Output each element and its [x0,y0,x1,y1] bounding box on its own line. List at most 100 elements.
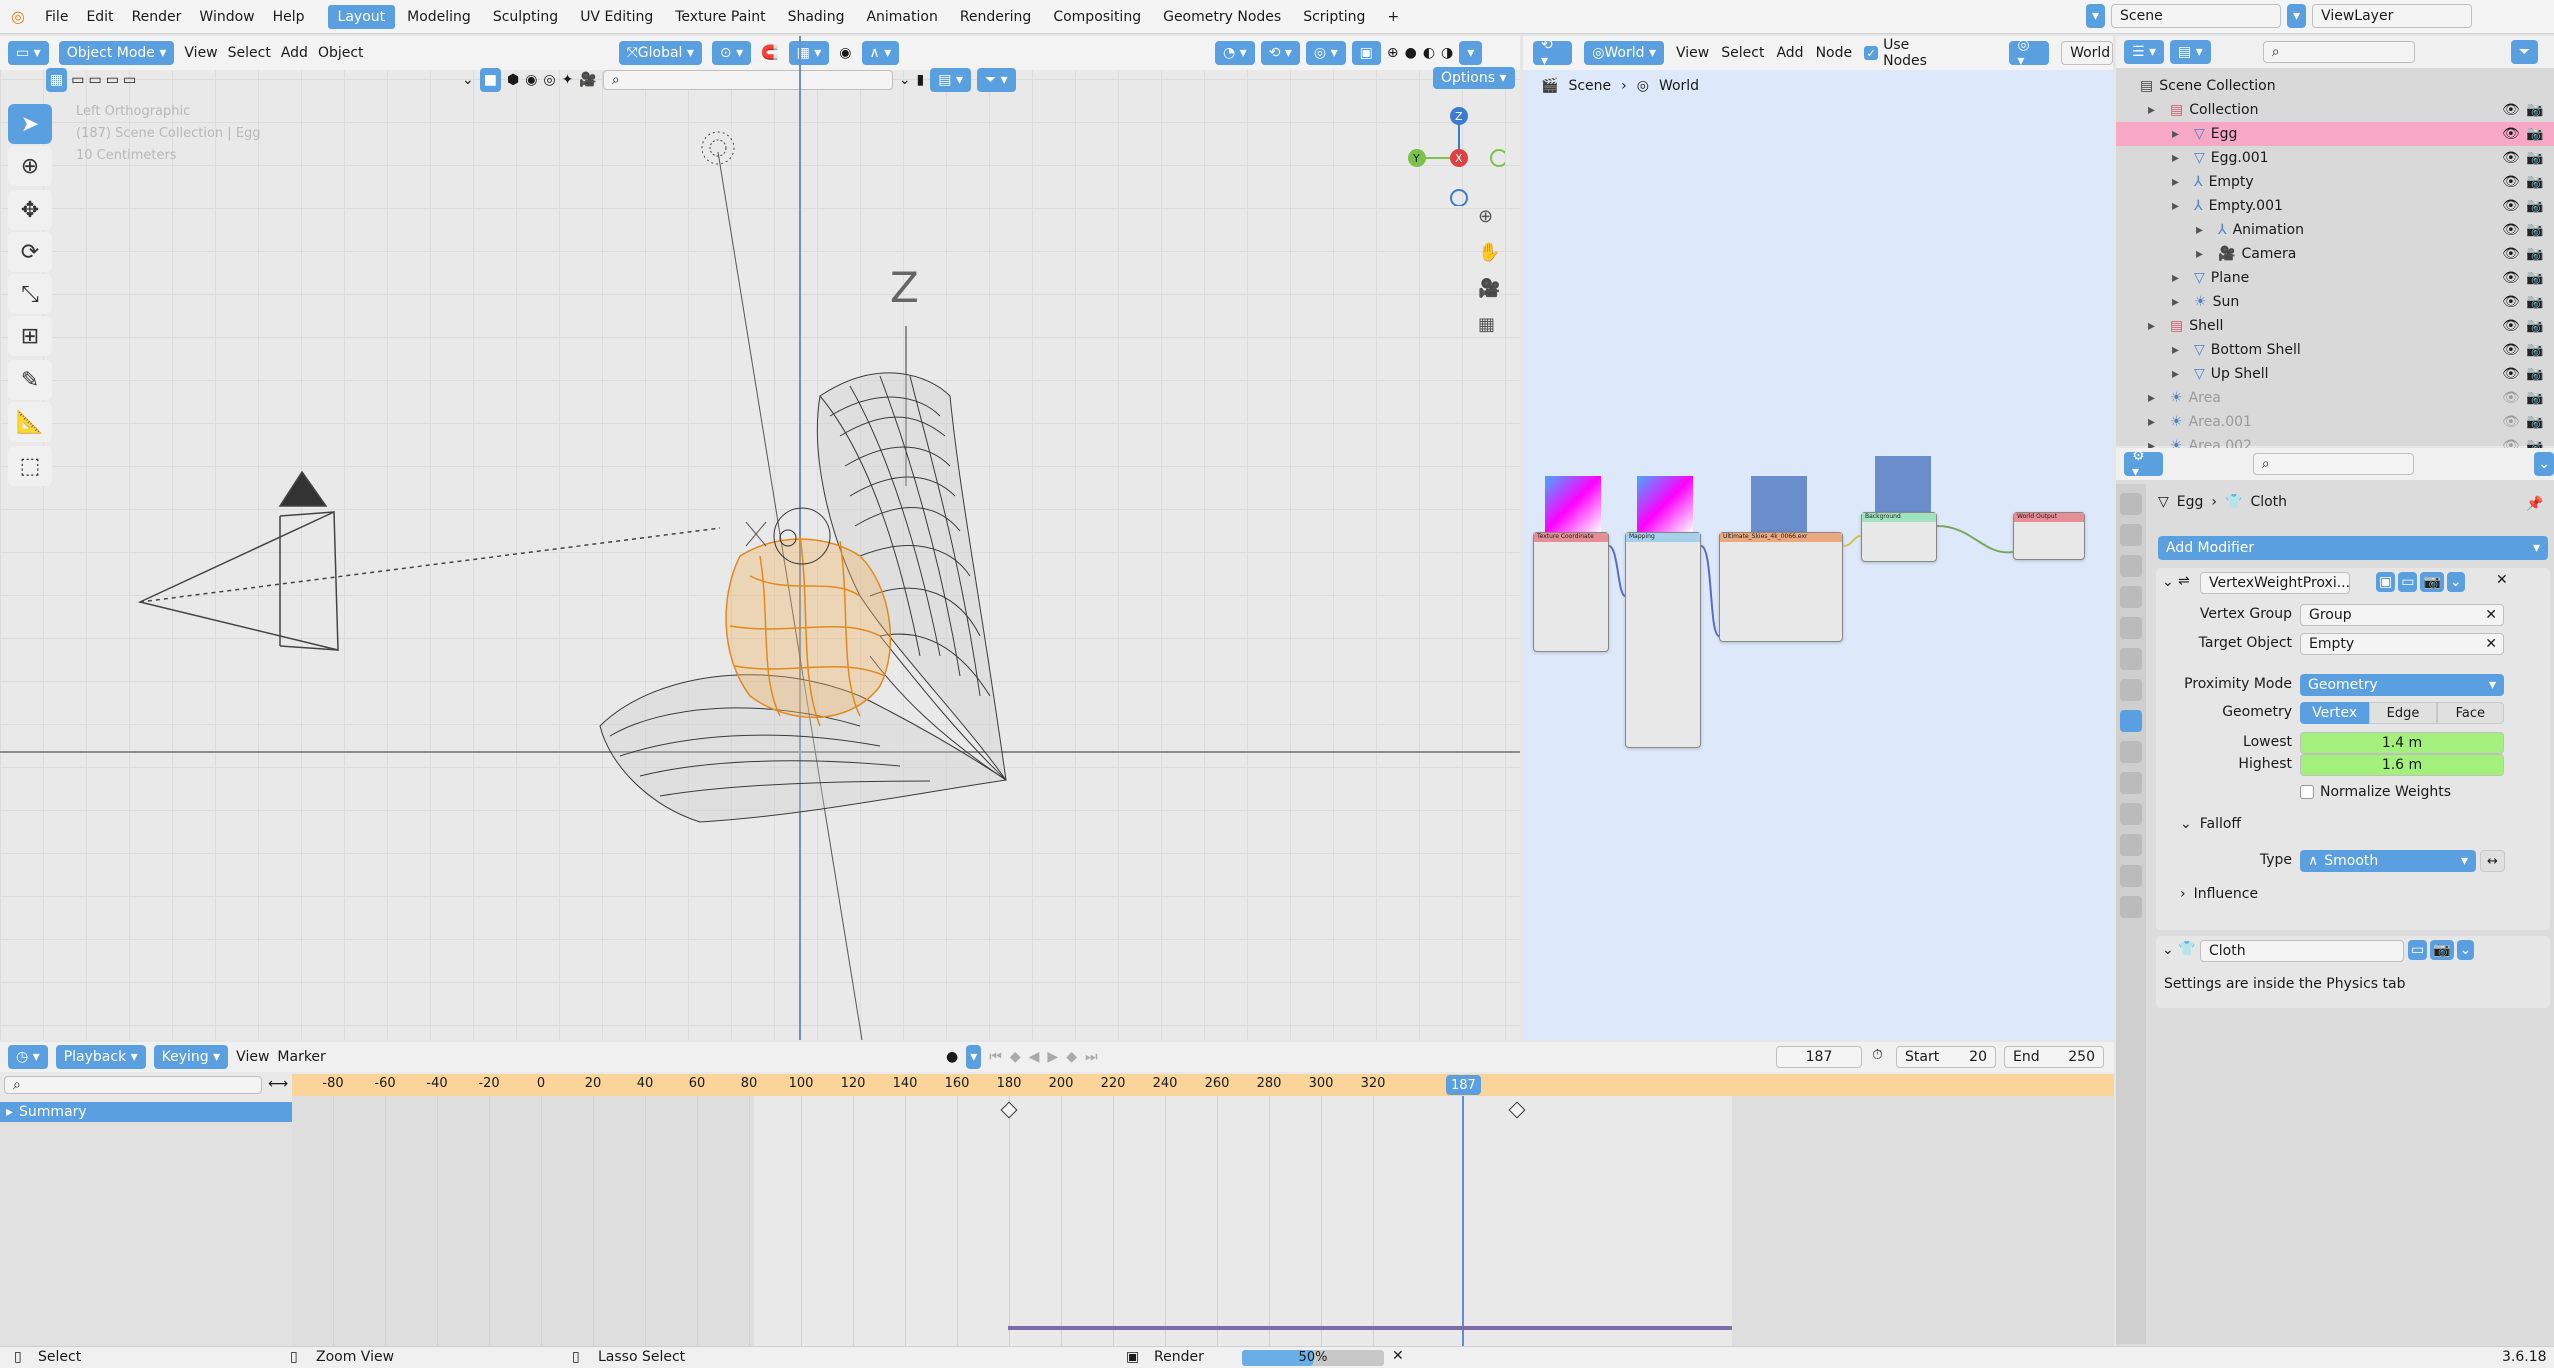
render-camera-icon[interactable]: 📷 [2526,174,2543,190]
physics-tab-icon[interactable] [2120,772,2142,794]
menu-help[interactable]: Help [264,0,314,34]
expand-chevron-icon[interactable]: ▸ [2148,390,2164,406]
jump-end-icon[interactable]: ⏭ [1085,1049,1098,1065]
tab-layout[interactable]: Layout [327,4,396,29]
summary-channel[interactable]: ▸ Summary [0,1102,292,1122]
render-camera-icon[interactable]: 📷 [2526,294,2543,310]
auto-key-icon[interactable]: ▾ [966,1045,982,1069]
properties-editor[interactable]: ⚙ ▾ ⌕ ⌄ ▽ Egg › 👕 Cloth 📌 Add Modifier ▾ … [2116,448,2554,1348]
visibility-eye-icon[interactable]: 👁 [2502,366,2520,382]
visibility-eye-icon[interactable]: 👁 [2502,102,2520,118]
pan-hand-icon[interactable]: ✋ [1478,242,1500,263]
keyframe-200[interactable] [1508,1101,1526,1119]
properties-search-input[interactable]: ⌕ [2252,453,2415,475]
outliner-row[interactable]: ▸ ▽ Up Shell 👁 📷 [2116,362,2554,386]
record-icon[interactable]: ● [946,1049,958,1065]
timeline[interactable]: ◷ ▾ Playback ▾ Keying ▾ View Marker ● ▾ … [0,1042,2114,1346]
expand-chevron-icon[interactable]: ▸ [2172,126,2188,142]
expand-chevron-icon[interactable]: ▸ [2172,342,2188,358]
collapse-chevron-icon[interactable]: ⌄ [2162,942,2174,958]
render-camera-icon[interactable]: 📷 [2526,222,2543,238]
render-camera-icon[interactable]: 📷 [2526,342,2543,358]
outliner-row[interactable]: ▸ ☀ Sun 👁 📷 [2116,290,2554,314]
influence-section[interactable]: › Influence [2180,886,2258,902]
expand-chevron-icon[interactable]: ▸ [2148,318,2164,334]
play-icon[interactable]: ▶ [1047,1049,1058,1065]
outliner-row[interactable]: ▸ ▽ Egg.001 👁 📷 [2116,146,2554,170]
add-workspace-button[interactable]: + [1377,5,1409,29]
world-tab-icon[interactable] [2120,648,2142,670]
outliner-type-icon[interactable]: ☰ ▾ [2124,40,2165,64]
outliner[interactable]: ☰ ▾ ▤ ▾ ⌕ ⏷ ▤ Scene Collection ▸ ▤ Collecti… [2116,36,2554,454]
collapse-chevron-icon[interactable]: ⌄ [2162,574,2174,590]
play-reverse-icon[interactable]: ◀ [1029,1049,1040,1065]
outliner-filter-icon[interactable]: ⏷ [2510,40,2538,64]
viewport-toggle-icon[interactable]: ▭ [2408,940,2428,960]
expand-chevron-icon[interactable]: ▸ [2172,294,2188,310]
clear-icon[interactable]: ✕ [2485,636,2497,652]
scene-field[interactable]: Scene [2111,4,2282,28]
timeline-editor-type-icon[interactable]: ◷ ▾ [8,1045,48,1069]
render-toggle-icon[interactable]: 📷 [2420,572,2444,592]
menu-window[interactable]: Window [190,0,263,34]
visibility-eye-icon[interactable]: 👁 [2502,222,2520,238]
outliner-row[interactable]: ▸ ▤ Shell 👁 📷 [2116,314,2554,338]
tab-compositing[interactable]: Compositing [1043,5,1151,29]
geometry-edge-button[interactable]: Edge [2369,702,2437,724]
expand-chevron-icon[interactable]: ▸ [2196,246,2212,262]
modifier-menu-icon[interactable]: ⌄ [2456,940,2475,960]
render-camera-icon[interactable]: 📷 [2526,150,2543,166]
render-camera-icon[interactable]: 📷 [2526,246,2543,262]
view-layer-field[interactable]: ViewLayer [2312,4,2473,28]
cloth-name-field[interactable]: Cloth [2200,940,2404,962]
visibility-eye-icon[interactable]: 👁 [2502,414,2520,430]
visibility-eye-icon[interactable]: 👁 [2502,126,2520,142]
texture-tab-icon[interactable] [2120,896,2142,918]
invert-falloff-icon[interactable]: ↔ [2480,850,2505,872]
prev-keyframe-icon[interactable]: ◆ [1010,1049,1021,1065]
outliner-row[interactable]: ▸ ⅄ Empty.001 👁 📷 [2116,194,2554,218]
tab-rendering[interactable]: Rendering [950,5,1042,29]
scene-tab-icon[interactable] [2120,617,2142,639]
camera-view-icon[interactable]: 🎥 [1478,278,1500,299]
end-frame-field[interactable]: End 250 [2004,1046,2104,1068]
menu-render[interactable]: Render [123,0,191,34]
render-toggle-icon[interactable]: 📷 [2430,940,2454,960]
menu-edit[interactable]: Edit [77,0,122,34]
expand-chevron-icon[interactable]: ▸ [2172,198,2188,214]
proximity-mode-dropdown[interactable]: Geometry ▾ [2300,674,2504,696]
expand-chevron-icon[interactable]: ▸ [2172,366,2188,382]
outliner-search-input[interactable]: ⌕ [2262,41,2415,63]
tab-texture-paint[interactable]: Texture Paint [665,5,775,29]
vertex-group-field[interactable]: Group ✕ [2300,604,2504,626]
tab-shading[interactable]: Shading [778,5,855,29]
tab-uv-editing[interactable]: UV Editing [570,5,663,29]
menu-file[interactable]: File [36,0,77,34]
navigation-gizmo[interactable]: Z Y X [1405,106,1508,207]
outliner-row[interactable]: ▸ ☀ Area.001 👁 📷 [2116,410,2554,434]
remove-modifier-icon[interactable]: ✕ [2496,572,2508,588]
render-camera-icon[interactable]: 📷 [2526,126,2543,142]
ortho-toggle-icon[interactable]: ▦ [1478,314,1495,335]
blender-logo-icon[interactable]: ◎ [0,7,36,26]
view-layer-selector-icon[interactable]: ▾ [2287,4,2307,28]
tab-scripting[interactable]: Scripting [1293,5,1375,29]
output-tab-icon[interactable] [2120,555,2142,577]
expand-chevron-icon[interactable]: ▸ [2148,102,2164,118]
cancel-render-icon[interactable]: ✕ [1392,1348,1404,1364]
modifier-menu-icon[interactable]: ⌄ [2446,572,2465,592]
object-tab-icon[interactable] [2120,679,2142,701]
zoom-icon[interactable]: ⊕ [1478,206,1493,227]
pin-icon[interactable]: 📌 [2526,496,2543,512]
outliner-row[interactable]: ▸ ⅄ Empty 👁 📷 [2116,170,2554,194]
expand-chevron-icon[interactable]: ▸ [2172,150,2188,166]
current-frame-field[interactable]: 187 [1776,1046,1862,1068]
render-camera-icon[interactable]: 📷 [2526,414,2543,430]
3d-viewport[interactable]: ▭ ▾ Object Mode ▾ View Select Add Object… [0,36,1520,1040]
add-modifier-button[interactable]: Add Modifier ▾ [2158,536,2548,560]
render-tab-icon[interactable] [2120,524,2142,546]
material-tab-icon[interactable] [2120,865,2142,887]
tab-geometry-nodes[interactable]: Geometry Nodes [1153,5,1291,29]
constraints-tab-icon[interactable] [2120,803,2142,825]
outliner-row[interactable]: ▸ ▽ Egg 👁 📷 [2116,122,2554,146]
